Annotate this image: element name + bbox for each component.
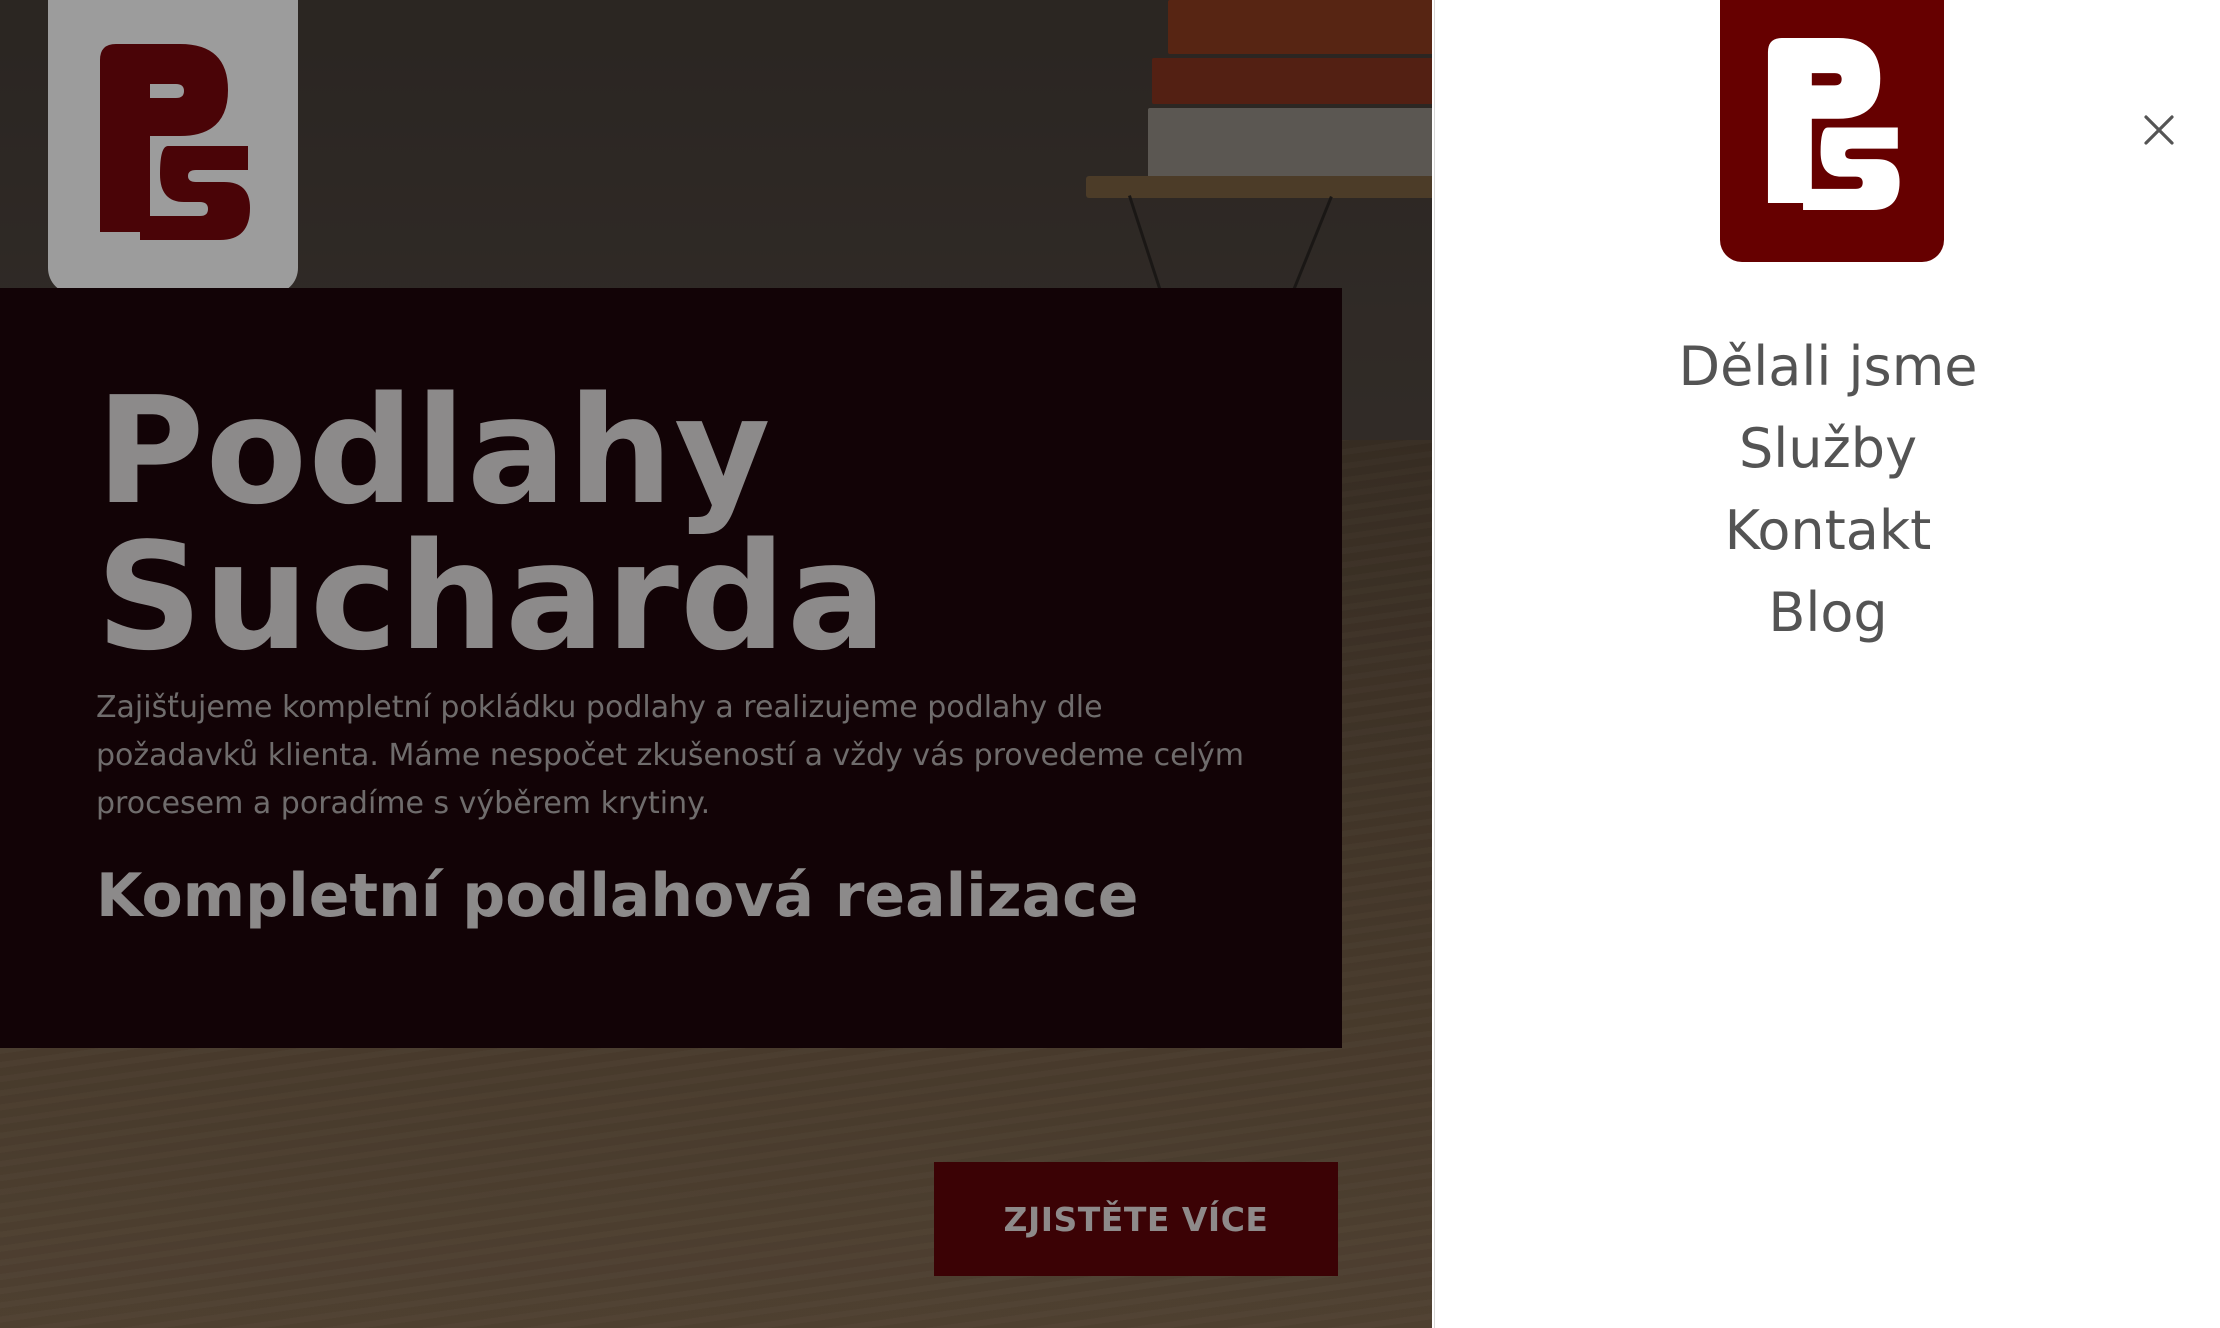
nav-link-sluzby[interactable]: Služby (1739, 417, 1917, 480)
nav-item: Kontakt (1435, 490, 2220, 572)
close-menu-button[interactable] (2135, 106, 2183, 154)
hero-section[interactable]: Podlahy Sucharda Zajišťujeme kompletní p… (0, 0, 1432, 1328)
hero-title: Podlahy Sucharda (96, 365, 888, 683)
hero-panel: Podlahy Sucharda Zajišťujeme kompletní p… (0, 288, 1342, 1048)
hero-description: Zajišťujeme kompletní pokládku podlahy a… (96, 690, 1244, 821)
nav-link-blog[interactable]: Blog (1768, 581, 1887, 644)
drawer-nav: Dělali jsme Služby Kontakt Blog (1435, 326, 2220, 654)
ps-logo-icon (1767, 38, 1900, 210)
nav-item: Blog (1435, 572, 2220, 654)
nav-link-delali-jsme[interactable]: Dělali jsme (1678, 335, 1977, 398)
menu-drawer: Dělali jsme Služby Kontakt Blog (1434, 0, 2220, 1328)
nav-link-kontakt[interactable]: Kontakt (1725, 499, 1932, 562)
page: Podlahy Sucharda Zajišťujeme kompletní p… (0, 0, 2220, 1328)
drawer-logo-link[interactable] (1720, 0, 1944, 262)
site-logo-link[interactable] (48, 0, 298, 294)
hero-title-line2: Sucharda (96, 511, 888, 683)
nav-item: Služby (1435, 408, 2220, 490)
close-icon (2144, 115, 2174, 145)
ps-logo-icon (100, 44, 250, 240)
nav-item: Dělali jsme (1435, 326, 2220, 408)
hero-subtitle: Kompletní podlahová realizace (96, 861, 1139, 931)
cta-button[interactable]: ZJISTĚTE VÍCE (934, 1162, 1338, 1276)
hero-title-line1: Podlahy (96, 365, 772, 537)
